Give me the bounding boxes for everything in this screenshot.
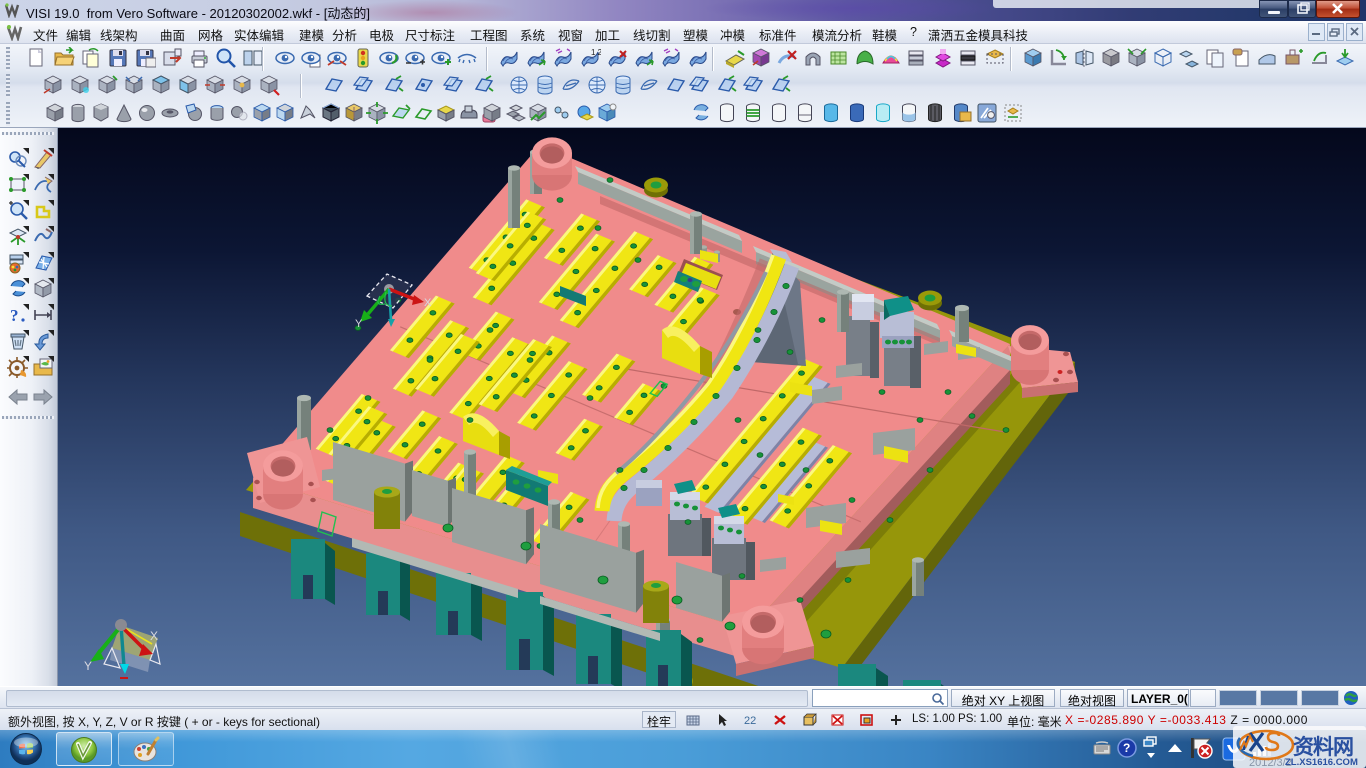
svg-text:X: X <box>424 297 432 309</box>
svg-text:?: ? <box>10 306 19 325</box>
svg-text:X: X <box>150 629 158 643</box>
svg-text:1 2: 1 2 <box>591 48 601 57</box>
svg-text:资料网: 资料网 <box>1293 736 1353 759</box>
svg-text:Y: Y <box>84 659 92 673</box>
svg-text:Y: Y <box>355 318 363 330</box>
svg-text:?: ? <box>1123 741 1130 755</box>
svg-text:ZL.XS1616.COM: ZL.XS1616.COM <box>1285 757 1358 768</box>
svg-text:22: 22 <box>744 715 756 727</box>
